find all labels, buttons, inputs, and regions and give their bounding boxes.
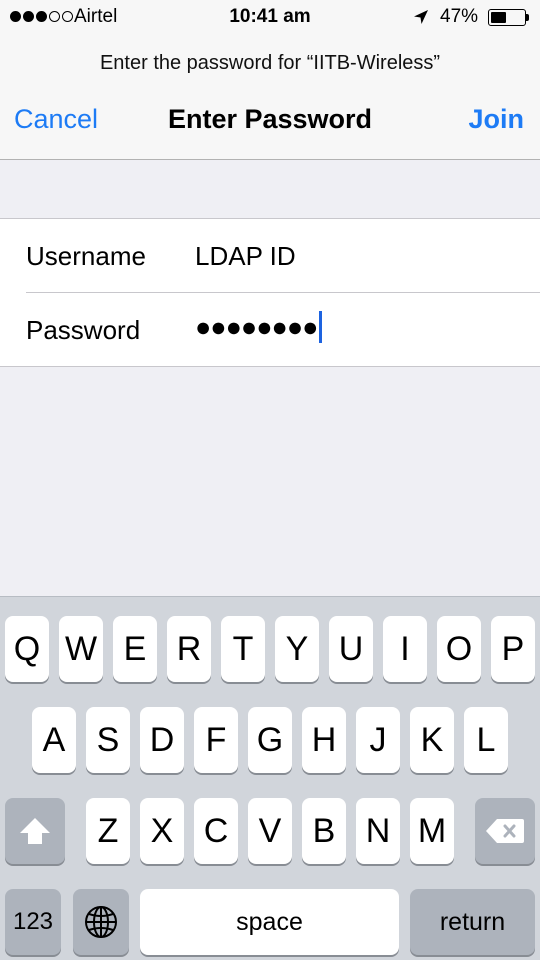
key-o[interactable]: O <box>437 616 481 682</box>
status-bar: Airtel 10:41 am 47% <box>0 0 540 36</box>
key-v[interactable]: V <box>248 798 292 864</box>
key-t[interactable]: T <box>221 616 265 682</box>
location-arrow-icon <box>414 10 428 24</box>
password-dots: ●●●●●●●● <box>195 312 318 342</box>
network-prompt: Enter the password for “IITB-Wireless” <box>99 52 441 74</box>
return-key[interactable]: return <box>410 889 535 955</box>
key-k[interactable]: K <box>410 707 454 773</box>
credentials-form: Username LDAP ID Password ●●●●●●●● <box>0 218 540 367</box>
battery-tip <box>526 14 529 21</box>
page-title: Enter Password <box>167 104 373 134</box>
key-d[interactable]: D <box>140 707 184 773</box>
password-field[interactable]: ●●●●●●●● <box>195 311 323 343</box>
delete-icon <box>486 819 524 843</box>
delete-key[interactable] <box>475 798 535 864</box>
header: Airtel 10:41 am 47% Enter the password f… <box>0 0 540 160</box>
key-r[interactable]: R <box>167 616 211 682</box>
key-s[interactable]: S <box>86 707 130 773</box>
key-h[interactable]: H <box>302 707 346 773</box>
key-u[interactable]: U <box>329 616 373 682</box>
password-row[interactable]: Password ●●●●●●●● <box>0 293 540 367</box>
key-l[interactable]: L <box>464 707 508 773</box>
key-j[interactable]: J <box>356 707 400 773</box>
key-a[interactable]: A <box>32 707 76 773</box>
key-x[interactable]: X <box>140 798 184 864</box>
key-c[interactable]: C <box>194 798 238 864</box>
username-label: Username <box>26 241 146 271</box>
globe-icon <box>85 906 117 938</box>
key-p[interactable]: P <box>491 616 535 682</box>
numbers-key[interactable]: 123 <box>5 889 61 955</box>
keyboard: Q W E R T Y U I O P A S D F G H J K L Z … <box>0 596 540 960</box>
key-z[interactable]: Z <box>86 798 130 864</box>
key-g[interactable]: G <box>248 707 292 773</box>
battery-percent: 47% <box>440 6 479 27</box>
globe-key[interactable] <box>73 889 129 955</box>
battery-icon <box>488 9 526 26</box>
join-button[interactable]: Join <box>468 104 524 135</box>
key-b[interactable]: B <box>302 798 346 864</box>
password-label: Password <box>26 315 141 345</box>
space-key[interactable]: space <box>140 889 399 955</box>
key-q[interactable]: Q <box>5 616 49 682</box>
key-i[interactable]: I <box>383 616 427 682</box>
key-e[interactable]: E <box>113 616 157 682</box>
key-y[interactable]: Y <box>275 616 319 682</box>
username-row[interactable]: Username LDAP ID <box>0 219 540 293</box>
shift-icon <box>20 818 50 844</box>
key-w[interactable]: W <box>59 616 103 682</box>
key-n[interactable]: N <box>356 798 400 864</box>
key-f[interactable]: F <box>194 707 238 773</box>
text-cursor <box>319 311 323 343</box>
shift-key[interactable] <box>5 798 65 864</box>
key-m[interactable]: M <box>410 798 454 864</box>
username-field[interactable]: LDAP ID <box>195 241 296 272</box>
